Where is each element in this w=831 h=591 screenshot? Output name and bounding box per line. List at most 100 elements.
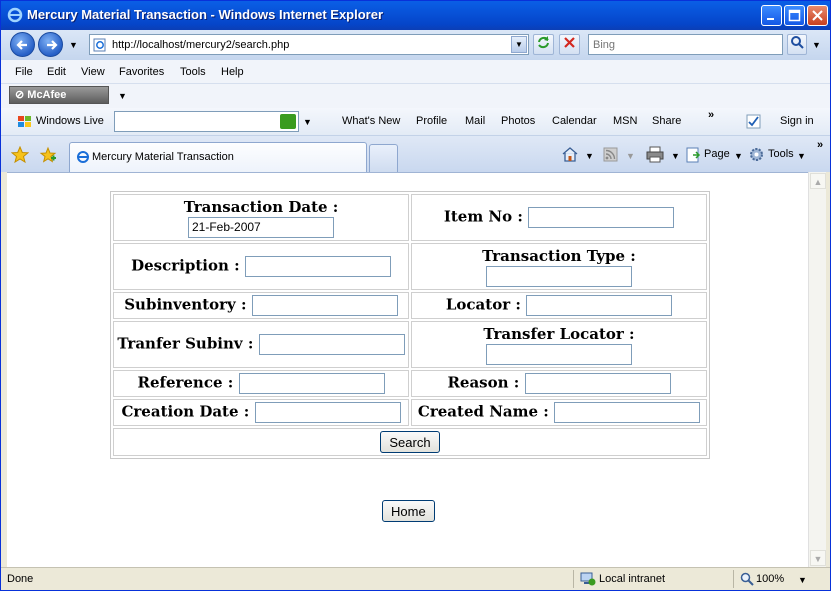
tab-bar: Mercury Material Transaction ▼ ▼ ▼ Page …: [1, 136, 830, 172]
command-more-chevron[interactable]: »: [817, 139, 823, 151]
live-search-box[interactable]: [114, 111, 299, 132]
menu-favorites[interactable]: Favorites: [119, 66, 164, 78]
address-dropdown-icon[interactable]: ▼: [511, 36, 527, 53]
item-no-input[interactable]: [528, 207, 675, 228]
live-link-profile[interactable]: Profile: [416, 115, 447, 127]
live-link-share[interactable]: Share: [652, 115, 681, 127]
page-icon: [93, 38, 106, 52]
scroll-down-icon[interactable]: ▼: [810, 550, 826, 566]
search-options-icon[interactable]: ▼: [812, 40, 821, 50]
description-label: Description :: [131, 256, 240, 275]
feeds-dropdown-icon[interactable]: ▼: [626, 151, 635, 161]
subinventory-input[interactable]: [251, 295, 398, 316]
locator-input[interactable]: [526, 295, 673, 316]
live-link-mail[interactable]: Mail: [465, 115, 485, 127]
status-divider: [573, 570, 574, 588]
reference-input[interactable]: [238, 373, 385, 394]
transfer-subinv-input[interactable]: [258, 334, 405, 355]
search-button[interactable]: Search: [380, 431, 440, 453]
home-dropdown-icon[interactable]: ▼: [585, 151, 594, 161]
history-dropdown-icon[interactable]: ▼: [69, 40, 78, 50]
tab-mercury-material-transaction[interactable]: Mercury Material Transaction: [69, 142, 367, 172]
forward-arrow-icon: [47, 40, 58, 50]
live-link-calendar[interactable]: Calendar: [552, 115, 597, 127]
live-link-whats-new[interactable]: What's New: [342, 115, 400, 127]
transaction-date-label: Transaction Date :: [183, 197, 339, 216]
refresh-button[interactable]: [533, 34, 554, 55]
zoom-icon: [740, 572, 754, 586]
home-icon[interactable]: [561, 146, 579, 162]
window-title: Mercury Material Transaction - Windows I…: [27, 7, 384, 22]
menu-file[interactable]: File: [15, 66, 33, 78]
live-search-go-icon[interactable]: [280, 114, 296, 129]
forward-button[interactable]: [38, 32, 63, 57]
scroll-up-icon[interactable]: ▲: [810, 173, 826, 189]
checkbox-icon[interactable]: [746, 114, 762, 130]
mcafee-label: McAfee: [27, 89, 67, 101]
live-link-photos[interactable]: Photos: [501, 115, 535, 127]
page-menu-icon: [686, 147, 701, 163]
live-sign-in[interactable]: Sign in: [780, 115, 814, 127]
transaction-date-cell: Transaction Date :: [113, 194, 409, 241]
tools-dropdown-icon[interactable]: ▼: [797, 151, 806, 161]
created-name-input[interactable]: [554, 402, 701, 423]
locator-cell: Locator :: [411, 292, 707, 319]
live-link-msn[interactable]: MSN: [613, 115, 637, 127]
print-dropdown-icon[interactable]: ▼: [671, 151, 680, 161]
stop-button[interactable]: [559, 34, 580, 55]
url-text[interactable]: http://localhost/mercury2/search.php: [112, 39, 289, 51]
windows-live-logo-icon: [18, 116, 31, 127]
ie-logo-icon: [7, 7, 23, 23]
menu-tools[interactable]: Tools: [180, 66, 206, 78]
page-menu[interactable]: Page: [704, 148, 730, 160]
description-input[interactable]: [244, 256, 391, 277]
transfer-subinv-label: Tranfer Subinv :: [117, 334, 254, 353]
close-button[interactable]: [807, 5, 828, 26]
live-search-dropdown-icon[interactable]: ▼: [303, 117, 312, 127]
tools-menu[interactable]: Tools: [768, 148, 794, 160]
search-input[interactable]: [589, 35, 782, 54]
feeds-icon[interactable]: [603, 147, 618, 162]
add-favorites-icon[interactable]: [39, 146, 57, 164]
mcafee-dropdown-icon[interactable]: ▼: [118, 91, 127, 101]
search-box[interactable]: [588, 34, 783, 55]
mcafee-button[interactable]: ⊘ McAfee: [9, 86, 109, 104]
minimize-button[interactable]: [761, 5, 782, 26]
transaction-type-input[interactable]: [486, 265, 632, 287]
menu-view[interactable]: View: [81, 66, 105, 78]
menu-edit[interactable]: Edit: [47, 66, 66, 78]
live-more-chevron[interactable]: »: [708, 109, 714, 121]
tools-gear-icon: [750, 148, 763, 161]
favorites-star-icon[interactable]: [11, 146, 29, 164]
created-name-label: Created Name :: [417, 402, 549, 421]
vertical-scrollbar[interactable]: ▲ ▼: [808, 172, 826, 567]
maximize-button[interactable]: [784, 5, 805, 26]
security-zone[interactable]: Local intranet: [599, 573, 665, 585]
transfer-locator-input[interactable]: [486, 343, 632, 365]
zoom-dropdown-icon[interactable]: ▼: [798, 575, 807, 585]
reason-input[interactable]: [524, 373, 671, 394]
menu-help[interactable]: Help: [221, 66, 244, 78]
back-button[interactable]: [10, 32, 35, 57]
tab-label: Mercury Material Transaction: [92, 151, 234, 163]
home-button[interactable]: Home: [382, 500, 435, 522]
creation-date-input[interactable]: [254, 402, 401, 423]
close-icon: [812, 10, 823, 21]
address-toolbar: ▼ http://localhost/mercury2/search.php ▼…: [1, 30, 830, 60]
new-tab-button[interactable]: [369, 144, 398, 172]
search-button[interactable]: [787, 34, 807, 55]
local-intranet-icon: [580, 572, 596, 586]
tab-page-icon: [77, 151, 89, 163]
reference-cell: Reference :: [113, 370, 409, 397]
subinventory-cell: Subinventory :: [113, 292, 409, 319]
page-dropdown-icon[interactable]: ▼: [734, 151, 743, 161]
windows-live-label[interactable]: Windows Live: [36, 115, 104, 127]
transaction-date-input[interactable]: [188, 216, 334, 238]
address-box[interactable]: http://localhost/mercury2/search.php ▼: [89, 34, 529, 55]
refresh-icon: [538, 36, 549, 49]
item-no-cell: Item No :: [411, 194, 707, 241]
print-icon[interactable]: [646, 146, 664, 163]
transaction-type-label: Transaction Type :: [482, 246, 636, 265]
zoom-level[interactable]: 100%: [756, 573, 784, 585]
back-arrow-icon: [16, 40, 27, 50]
